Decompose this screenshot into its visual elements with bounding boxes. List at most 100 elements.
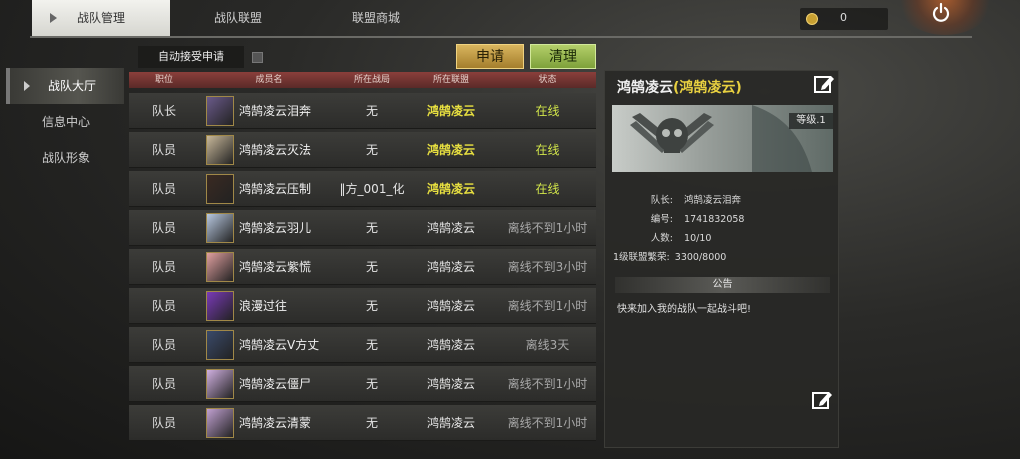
sidebar-item-team-hall[interactable]: 战队大厅	[6, 68, 124, 104]
sidebar-item-label: 信息中心	[42, 115, 91, 129]
member-alliance: 鸿鹄凌云	[426, 221, 475, 235]
power-icon[interactable]	[930, 2, 952, 24]
sidebar-item-info-center[interactable]: 信息中心	[0, 104, 128, 140]
member-game: 无	[365, 377, 378, 391]
avatar[interactable]	[206, 369, 234, 399]
notice-header: 公告	[615, 277, 830, 293]
notice-text: 快来加入我的战队一起战斗吧!	[617, 304, 752, 315]
avatar[interactable]	[206, 213, 234, 243]
header-status: 状态	[538, 75, 557, 85]
clean-button[interactable]: 清理	[530, 44, 596, 69]
top-divider	[30, 36, 972, 38]
currency-display: 0	[800, 8, 888, 30]
member-name: 鸿鹄凌云灭法	[239, 143, 312, 157]
header-game: 所在战局	[353, 75, 390, 85]
member-name: 鸿鹄凌云清蒙	[239, 416, 312, 430]
auto-accept-checkbox[interactable]	[252, 52, 263, 63]
sidebar-item-label: 战队大厅	[48, 79, 97, 93]
member-name: 鸿鹄凌云羽儿	[239, 221, 312, 235]
info-id: 编号: 1741832058	[615, 211, 745, 225]
currency-value: 0	[840, 11, 847, 24]
tab-team-alliance[interactable]: 战队联盟	[190, 0, 286, 36]
member-game: 无	[365, 299, 378, 313]
member-role: 队员	[151, 182, 176, 196]
member-alliance: 鸿鹄凌云	[426, 260, 475, 274]
info-label: 人数:	[650, 233, 673, 244]
member-name: 鸿鹄凌云僵尸	[239, 377, 312, 391]
avatar[interactable]	[206, 330, 234, 360]
info-value: 10/10	[684, 233, 712, 244]
table-row[interactable]: 队员 浪漫过往 无 鸿鹄凌云 离线不到1小时	[129, 288, 596, 324]
member-alliance: 鸿鹄凌云	[426, 377, 475, 391]
avatar[interactable]	[206, 291, 234, 321]
avatar[interactable]	[206, 135, 234, 165]
member-status: 离线不到1小时	[507, 299, 588, 313]
member-role: 队员	[151, 260, 176, 274]
member-role: 队员	[151, 377, 176, 391]
tab-label: 战队管理	[76, 11, 125, 25]
member-role: 队员	[151, 221, 176, 235]
alliance-name: (鸿鹄凌云)	[673, 80, 742, 96]
table-row[interactable]: 队员 鸿鹄凌云压制 ‖方_001_化 鸿鹄凌云 在线	[129, 171, 596, 207]
info-value: 3300/8000	[674, 252, 727, 263]
info-prosperity: 1级联盟繁荣: 3300/8000	[613, 249, 726, 263]
team-name: 鸿鹄凌云	[617, 80, 673, 96]
tab-team-management[interactable]: 战队管理	[32, 0, 170, 36]
member-role: 队员	[151, 416, 176, 430]
member-alliance: 鸿鹄凌云	[426, 143, 475, 157]
team-title: 鸿鹄凌云(鸿鹄凌云)	[617, 77, 742, 97]
member-status: 离线不到1小时	[507, 377, 588, 391]
info-member-count: 人数: 10/10	[615, 230, 712, 244]
edit-team-icon[interactable]	[813, 73, 835, 95]
table-row[interactable]: 队长 鸿鹄凌云泪奔 无 鸿鹄凌云 在线	[129, 93, 596, 129]
table-row[interactable]: 队员 鸿鹄凌云僵尸 无 鸿鹄凌云 离线不到1小时	[129, 366, 596, 402]
member-game: 无	[365, 338, 378, 352]
table-row[interactable]: 队员 鸿鹄凌云紫慌 无 鸿鹄凌云 离线不到3小时	[129, 249, 596, 285]
info-label: 队长:	[650, 195, 673, 206]
top-bar: 战队管理 战队联盟 联盟商城 0	[0, 0, 1020, 40]
table-row[interactable]: 队员 鸿鹄凌云清蒙 无 鸿鹄凌云 离线不到1小时	[129, 405, 596, 441]
member-alliance: 鸿鹄凌云	[426, 416, 475, 430]
member-role: 队员	[151, 338, 176, 352]
member-status: 离线不到1小时	[507, 221, 588, 235]
tab-label: 联盟商城	[351, 11, 400, 25]
tab-label: 战队联盟	[213, 11, 262, 25]
member-alliance: 鸿鹄凌云	[426, 104, 475, 118]
edit-notice-icon[interactable]	[811, 389, 833, 411]
member-status: 在线	[535, 143, 560, 157]
tab-alliance-shop[interactable]: 联盟商城	[328, 0, 424, 36]
avatar[interactable]	[206, 408, 234, 438]
sidebar-item-team-image[interactable]: 战队形象	[0, 140, 128, 176]
team-banner: 等级.1	[612, 105, 833, 172]
member-game: 无	[365, 260, 378, 274]
avatar[interactable]	[206, 96, 234, 126]
member-name: 鸿鹄凌云V方丈	[239, 338, 319, 352]
avatar[interactable]	[206, 174, 234, 204]
auto-accept-label: 自动接受申请	[138, 46, 244, 68]
member-status: 在线	[535, 182, 560, 196]
member-game: 无	[365, 221, 378, 235]
member-status: 离线不到1小时	[507, 416, 588, 430]
member-name: 浪漫过往	[239, 299, 288, 313]
team-info-panel: 鸿鹄凌云(鸿鹄凌云) 等级.1 队长: 鸿鹄凌云泪奔 编号: 174183205…	[604, 70, 839, 448]
info-value: 鸿鹄凌云泪奔	[684, 195, 742, 206]
member-name: 鸿鹄凌云泪奔	[239, 104, 312, 118]
avatar[interactable]	[206, 252, 234, 282]
table-row[interactable]: 队员 鸿鹄凌云V方丈 无 鸿鹄凌云 离线3天	[129, 327, 596, 363]
info-leader: 队长: 鸿鹄凌云泪奔	[615, 192, 741, 206]
member-game: 无	[365, 416, 378, 430]
info-label: 编号:	[650, 214, 673, 225]
member-alliance: 鸿鹄凌云	[426, 338, 475, 352]
table-row[interactable]: 队员 鸿鹄凌云灭法 无 鸿鹄凌云 在线	[129, 132, 596, 168]
play-arrow-icon	[24, 81, 30, 91]
header-alliance: 所在联盟	[432, 75, 469, 85]
member-name: 鸿鹄凌云压制	[239, 182, 312, 196]
member-alliance: 鸿鹄凌云	[426, 182, 475, 196]
member-status: 在线	[535, 104, 560, 118]
sidebar-item-label: 战队形象	[42, 151, 91, 165]
apply-button[interactable]: 申请	[456, 44, 524, 69]
table-row[interactable]: 队员 鸿鹄凌云羽儿 无 鸿鹄凌云 离线不到1小时	[129, 210, 596, 246]
member-role: 队员	[151, 299, 176, 313]
member-game: ‖方_001_化	[339, 182, 405, 196]
member-alliance: 鸿鹄凌云	[426, 299, 475, 313]
